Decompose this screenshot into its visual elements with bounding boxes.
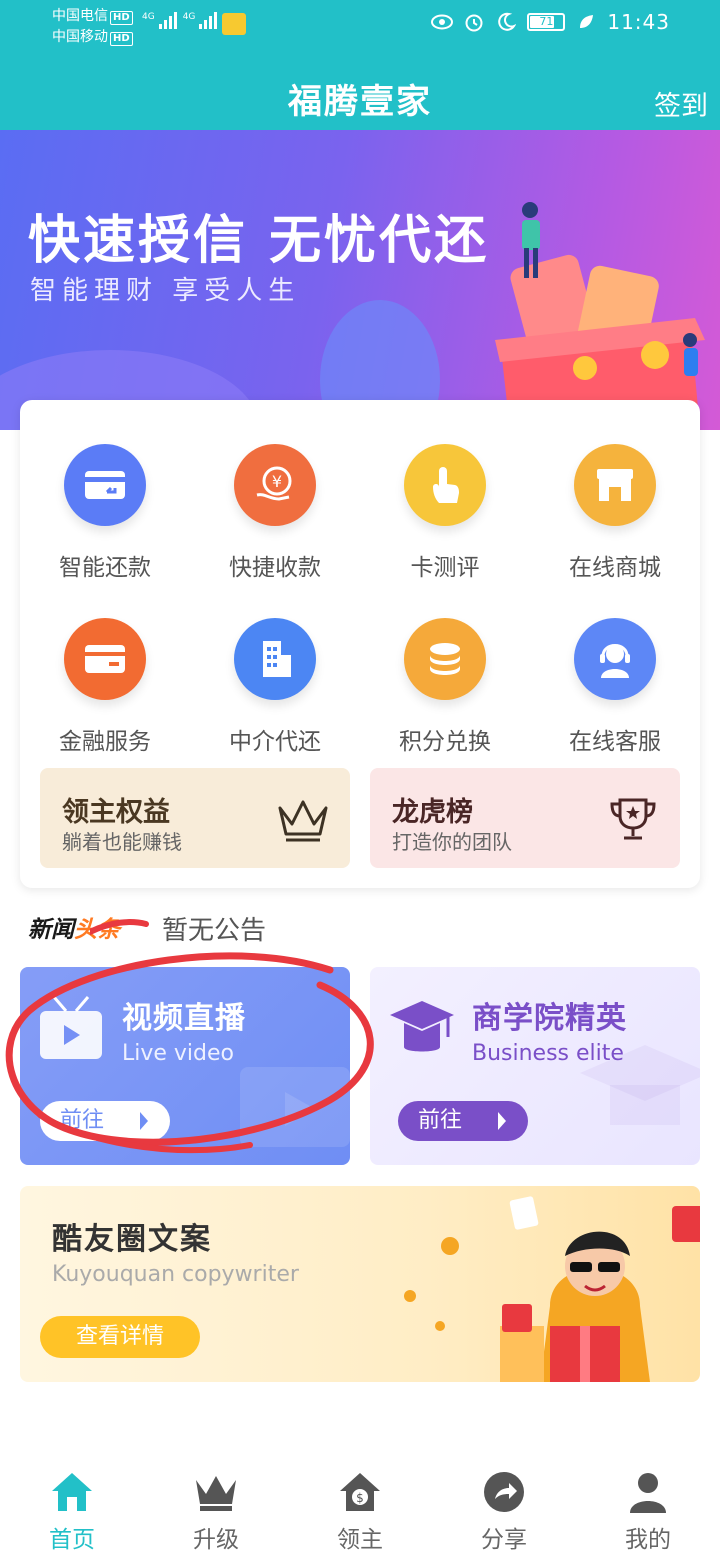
coin-stack-icon: [404, 618, 486, 700]
bottom-nav: 首页 升级 $ 领主 分享 我的: [0, 1456, 720, 1560]
battery-icon: 71: [527, 13, 566, 31]
card-return-icon: [64, 444, 146, 526]
nav-label: 分享: [481, 1527, 527, 1553]
crown-icon: [193, 1470, 239, 1514]
leaderboard-card[interactable]: 龙虎榜 打造你的团队: [370, 768, 680, 868]
tv-watermark: [240, 1067, 350, 1147]
carrier-2: 中国移动: [52, 29, 108, 45]
arrow-right-icon: [140, 1112, 148, 1130]
service-smart-repay[interactable]: 智能还款: [20, 444, 190, 582]
wallet-card-icon: [64, 618, 146, 700]
moon-icon: [495, 11, 517, 33]
view-details-button[interactable]: 查看详情: [40, 1316, 200, 1358]
service-label: 在线客服: [569, 729, 661, 755]
page-title: 福腾壹家: [288, 82, 432, 122]
business-elite-tile[interactable]: 商学院精英 Business elite 前往: [370, 967, 700, 1165]
tile-subtitle: Business elite: [472, 1041, 624, 1066]
carrier-info: 中国电信 HD 中国移动 HD: [52, 6, 133, 48]
nav-label: 首页: [49, 1527, 95, 1553]
service-label: 快捷收款: [229, 555, 321, 581]
service-label: 在线商城: [569, 555, 661, 581]
alarm-icon: [463, 11, 485, 33]
service-label: 积分兑换: [399, 729, 491, 755]
leaf-icon: [575, 11, 597, 33]
news-label: 新闻: [28, 917, 74, 943]
signal-icon: 4G 4G: [142, 12, 218, 29]
arrow-right-icon: [498, 1112, 506, 1130]
nav-share[interactable]: 分享: [432, 1456, 576, 1560]
nav-label: 我的: [625, 1527, 671, 1553]
carrier-1: 中国电信: [52, 8, 108, 24]
lord-rights-card[interactable]: 领主权益 躺着也能赚钱: [40, 768, 350, 868]
header: 福腾壹家 签到: [0, 56, 720, 130]
service-points-exchange[interactable]: 积分兑换: [360, 618, 530, 756]
banner-subline: 智能理财 享受人生: [30, 276, 301, 306]
share-arrow-icon: [481, 1470, 527, 1514]
hd-badge: HD: [110, 11, 133, 25]
service-online-mall[interactable]: 在线商城: [530, 444, 700, 582]
promo-subtitle: 打造你的团队: [392, 830, 512, 854]
service-label: 中介代还: [229, 729, 321, 755]
status-bar: 中国电信 HD 中国移动 HD 4G 4G 71 11:43: [0, 0, 720, 56]
service-finance[interactable]: 金融服务: [20, 618, 190, 756]
house-dollar-icon: $: [337, 1470, 383, 1514]
yuan-hand-icon: ¥: [234, 444, 316, 526]
eye-icon: [431, 11, 454, 33]
headset-agent-icon: [574, 618, 656, 700]
services-card: 智能还款 ¥ 快捷收款 卡测评 在线商城 金融服务 中介代还 积分兑换 在线客服…: [20, 400, 700, 888]
person-icon: [625, 1470, 671, 1514]
tile-title: 商学院精英: [472, 1001, 627, 1036]
sim-app-icon: [222, 13, 246, 35]
promo-title: 领主权益: [62, 797, 170, 828]
service-customer-support[interactable]: 在线客服: [530, 618, 700, 756]
svg-text:¥: ¥: [272, 472, 282, 491]
service-quick-collect[interactable]: ¥ 快捷收款: [190, 444, 360, 582]
app-screen: 中国电信 HD 中国移动 HD 4G 4G 71 11:43 福腾壹家 签到 快…: [0, 0, 720, 1560]
finger-tap-icon: [404, 444, 486, 526]
clock: 11:43: [607, 10, 670, 34]
nav-label: 升级: [193, 1527, 239, 1553]
gift-box-illustration: [495, 202, 705, 430]
crown-icon: [278, 800, 328, 842]
red-annotation-tail: [90, 919, 149, 935]
service-card-review[interactable]: 卡测评: [360, 444, 530, 582]
building-icon: [234, 618, 316, 700]
promo-title: 龙虎榜: [392, 797, 473, 828]
banner-headline: 快速授信 无忧代还: [28, 211, 490, 271]
banner-title: 酷友圈文案: [52, 1222, 212, 1257]
hd-badge: HD: [110, 32, 133, 46]
promo-banner[interactable]: 快速授信 无忧代还 智能理财 享受人生: [0, 130, 720, 430]
live-go-button[interactable]: 前往: [40, 1101, 170, 1141]
trophy-icon: [610, 798, 656, 840]
graduation-cap-icon: [390, 1001, 454, 1052]
status-icons: 71 11:43: [431, 10, 670, 34]
nav-home[interactable]: 首页: [0, 1456, 144, 1560]
nav-lord[interactable]: $ 领主: [288, 1456, 432, 1560]
tv-play-icon: [40, 996, 102, 1059]
service-agent-repay[interactable]: 中介代还: [190, 618, 360, 756]
nav-mine[interactable]: 我的: [576, 1456, 720, 1560]
news-notice: 暂无公告: [162, 916, 267, 946]
nav-label: 领主: [337, 1527, 383, 1553]
sign-in-button[interactable]: 签到: [654, 84, 708, 123]
shop-icon: [574, 444, 656, 526]
tile-subtitle: Live video: [122, 1041, 235, 1066]
nav-upgrade[interactable]: 升级: [144, 1456, 288, 1560]
promo-subtitle: 躺着也能赚钱: [62, 830, 182, 854]
svg-text:$: $: [356, 1491, 364, 1505]
celebration-illustration: [404, 1196, 700, 1382]
service-label: 智能还款: [59, 555, 151, 581]
service-label: 卡测评: [410, 555, 480, 581]
service-label: 金融服务: [59, 729, 151, 755]
live-video-tile[interactable]: 视频直播 Live video 前往: [20, 967, 350, 1165]
banner-subtitle: Kuyouquan copywriter: [52, 1262, 299, 1287]
home-icon: [49, 1470, 95, 1514]
business-go-button[interactable]: 前往: [398, 1101, 528, 1141]
tile-title: 视频直播: [122, 1001, 246, 1036]
copywriter-banner[interactable]: 酷友圈文案 Kuyouquan copywriter 查看详情: [20, 1186, 700, 1382]
